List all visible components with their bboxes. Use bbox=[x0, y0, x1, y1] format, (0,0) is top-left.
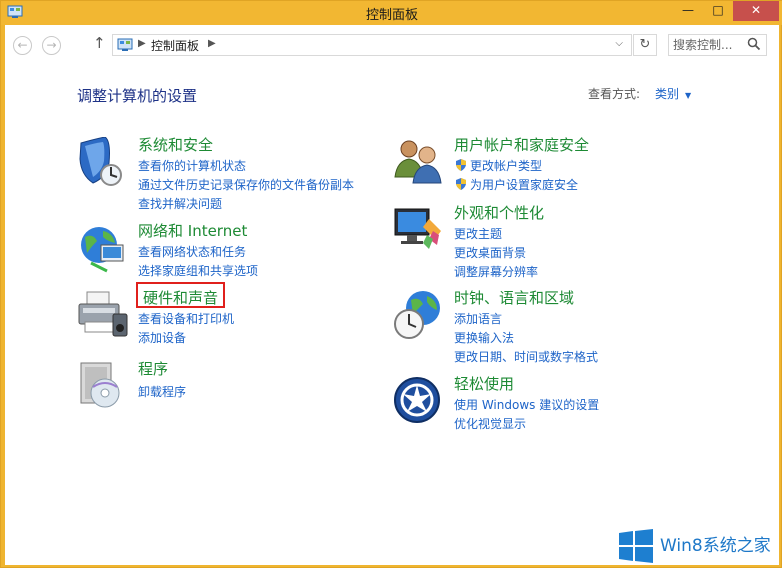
link-change-desktop-background[interactable]: 更改桌面背景 bbox=[454, 244, 526, 261]
view-by-value[interactable]: 类别 bbox=[655, 87, 679, 101]
clock-region-icon[interactable] bbox=[393, 290, 445, 340]
dropdown-caret-icon[interactable]: ▼ bbox=[685, 91, 691, 100]
link-change-input-method[interactable]: 更换输入法 bbox=[454, 329, 514, 346]
link-recommended-settings[interactable]: 使用 Windows 建议的设置 bbox=[454, 396, 599, 413]
window-title: 控制面板 bbox=[365, 8, 418, 23]
link-homegroup-sharing[interactable]: 选择家庭组和共享选项 bbox=[138, 262, 258, 279]
up-button[interactable]: ↑ bbox=[93, 34, 106, 52]
link-label[interactable]: 更改帐户类型 bbox=[470, 159, 542, 173]
page-title: 调整计算机的设置 bbox=[77, 87, 198, 105]
link-file-history-backup[interactable]: 通过文件历史记录保存你的文件备份副本 bbox=[138, 176, 354, 193]
address-bar[interactable]: ▶ 控制面板 ▶ ⌵ bbox=[112, 34, 632, 56]
back-button[interactable]: ← bbox=[13, 36, 32, 55]
view-by-label: 查看方式: bbox=[588, 87, 641, 101]
breadcrumb-control-panel[interactable]: 控制面板 bbox=[151, 37, 199, 54]
appearance-icon[interactable] bbox=[393, 205, 445, 255]
link-change-theme[interactable]: 更改主题 bbox=[454, 225, 502, 242]
maximize-button[interactable]: □ bbox=[703, 1, 733, 21]
category-title[interactable]: 程序 bbox=[138, 358, 168, 379]
link-devices-printers[interactable]: 查看设备和打印机 bbox=[138, 310, 234, 327]
search-icon[interactable] bbox=[747, 37, 761, 51]
search-input[interactable] bbox=[669, 35, 753, 55]
forward-button[interactable]: → bbox=[42, 36, 61, 55]
network-icon[interactable] bbox=[77, 223, 129, 273]
close-button[interactable]: ✕ bbox=[733, 1, 779, 21]
link-family-safety[interactable]: 为用户设置家庭安全 bbox=[454, 176, 578, 193]
category-title[interactable]: 用户帐户和家庭安全 bbox=[454, 134, 589, 155]
breadcrumb-separator-icon[interactable]: ▶ bbox=[208, 38, 216, 49]
address-dropdown-icon[interactable]: ⌵ bbox=[615, 38, 623, 49]
category-title[interactable]: 外观和个性化 bbox=[454, 202, 544, 223]
category-title[interactable]: 时钟、语言和区域 bbox=[454, 287, 574, 308]
link-change-account-type[interactable]: 更改帐户类型 bbox=[454, 157, 542, 174]
control-panel-window: 控制面板 — □ ✕ ← → ↑ ▶ 控制面板 ▶ ⌵ ↻ 搜索控制... 调整… bbox=[0, 0, 782, 568]
uac-shield-icon bbox=[456, 178, 466, 190]
link-add-device[interactable]: 添加设备 bbox=[138, 329, 186, 346]
link-add-language[interactable]: 添加语言 bbox=[454, 310, 502, 327]
highlight-box bbox=[136, 282, 225, 308]
ease-of-access-icon[interactable] bbox=[393, 376, 445, 426]
user-accounts-icon[interactable] bbox=[393, 137, 445, 187]
link-adjust-resolution[interactable]: 调整屏幕分辨率 bbox=[454, 263, 538, 280]
breadcrumb-separator-icon[interactable]: ▶ bbox=[138, 38, 146, 49]
control-panel-icon bbox=[117, 38, 133, 51]
view-by-dropdown[interactable]: 类别 ▼ bbox=[655, 85, 691, 102]
refresh-button[interactable]: ↻ bbox=[633, 34, 657, 56]
category-title[interactable]: 轻松使用 bbox=[454, 373, 514, 394]
watermark: Win8系统之家 bbox=[616, 526, 782, 566]
navigation-bar: ← → ↑ ▶ 控制面板 ▶ ⌵ ↻ bbox=[5, 25, 779, 65]
system-security-icon[interactable] bbox=[77, 137, 129, 187]
watermark-text: Win8系统之家 bbox=[660, 536, 771, 556]
link-uninstall-program[interactable]: 卸载程序 bbox=[138, 383, 186, 400]
link-network-status[interactable]: 查看网络状态和任务 bbox=[138, 243, 246, 260]
title-bar[interactable]: 控制面板 — □ ✕ bbox=[1, 1, 782, 25]
link-label[interactable]: 为用户设置家庭安全 bbox=[470, 178, 578, 192]
windows-logo-icon bbox=[619, 529, 653, 563]
link-view-computer-status[interactable]: 查看你的计算机状态 bbox=[138, 157, 246, 174]
category-title[interactable]: 网络和 Internet bbox=[138, 220, 247, 241]
uac-shield-icon bbox=[456, 159, 466, 171]
link-date-time-format[interactable]: 更改日期、时间或数字格式 bbox=[454, 348, 598, 365]
minimize-button[interactable]: — bbox=[673, 1, 703, 21]
category-title[interactable]: 系统和安全 bbox=[138, 134, 213, 155]
hardware-sound-icon[interactable] bbox=[77, 290, 129, 340]
link-troubleshoot[interactable]: 查找并解决问题 bbox=[138, 195, 222, 212]
link-optimize-visual-display[interactable]: 优化视觉显示 bbox=[454, 415, 526, 432]
search-box[interactable] bbox=[668, 34, 767, 56]
programs-icon[interactable] bbox=[77, 361, 129, 411]
content-area: ← → ↑ ▶ 控制面板 ▶ ⌵ ↻ 搜索控制... 调整计算机的设置 查看方式… bbox=[5, 25, 779, 565]
